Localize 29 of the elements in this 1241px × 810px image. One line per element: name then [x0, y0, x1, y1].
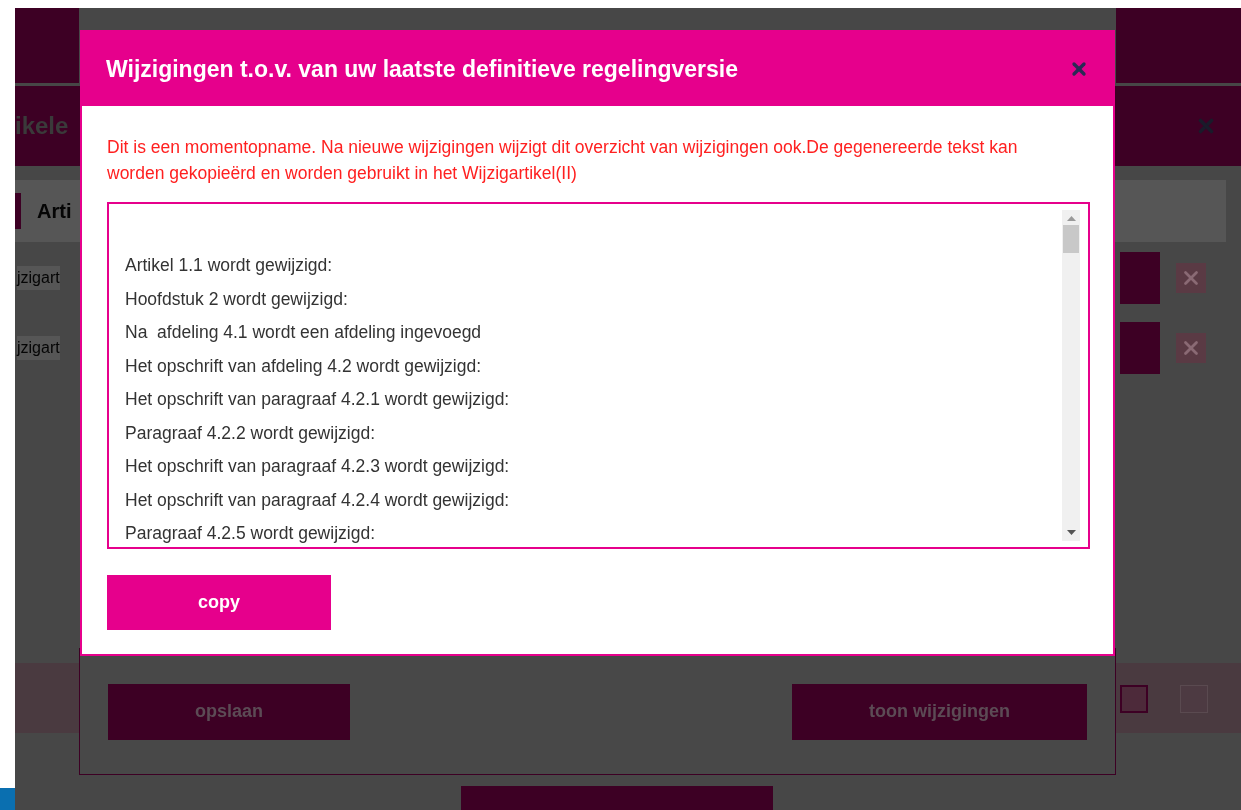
change-line: Het opschrift van paragraaf 4.2.1 wordt gewijzigd:: [125, 388, 511, 411]
change-line: Hoofdstuk 2 wordt gewijzigd:: [125, 287, 349, 311]
row-label: jzigart: [17, 336, 60, 360]
row-button[interactable]: [1120, 252, 1160, 304]
notice-text: Dit is een momentopname. Na nieuwe wijzigingen wijzigt dit overzicht van wijzigingen ook.De gegenereerde tekst kan worden gekopieërd en worden gebruikt in het Wijzigartikel(II): [107, 136, 1019, 185]
row-label: jzigart: [17, 266, 60, 290]
show-changes-button[interactable]: toon wijzigingen: [792, 683, 1087, 740]
scroll-down-icon[interactable]: [1066, 530, 1076, 535]
scroll-thumb[interactable]: [1063, 225, 1079, 253]
delete-icon[interactable]: [1176, 333, 1206, 363]
change-line: Paragraaf 4.2.2 wordt gewijzigd:: [125, 421, 376, 445]
row-button[interactable]: [1120, 322, 1160, 374]
delete-icon[interactable]: [1176, 263, 1206, 293]
change-line: Paragraaf 4.2.5 wordt gewijzigd:: [125, 522, 376, 545]
change-line: Het opschrift van afdeling 4.2 wordt gewijzigd:: [125, 354, 483, 378]
change-line: Het opschrift van paragraaf 4.2.3 wordt gewijzigd:: [125, 455, 511, 478]
modal-title: Wijzigingen t.o.v. van uw laatste definitieve regelingversie: [106, 54, 739, 84]
change-line: Na afdeling 4.1 wordt een afdeling ingevoegd: [125, 321, 483, 344]
dialog-title: ikele: [15, 111, 69, 141]
save-button[interactable]: opslaan: [108, 683, 350, 740]
close-icon[interactable]: [1069, 59, 1089, 79]
change-line: Artikel 1.1 wordt gewijzigd:: [125, 254, 334, 277]
change-line: Het opschrift van paragraaf 4.2.4 wordt gewijzigd:: [125, 488, 511, 512]
changes-text-area[interactable]: [107, 202, 1090, 549]
tab-marker: [15, 193, 21, 229]
copy-button[interactable]: copy: [107, 575, 331, 630]
scroll-up-icon[interactable]: [1066, 216, 1076, 221]
tab-label[interactable]: Arti: [37, 196, 72, 226]
scrollbar[interactable]: [1062, 210, 1080, 541]
